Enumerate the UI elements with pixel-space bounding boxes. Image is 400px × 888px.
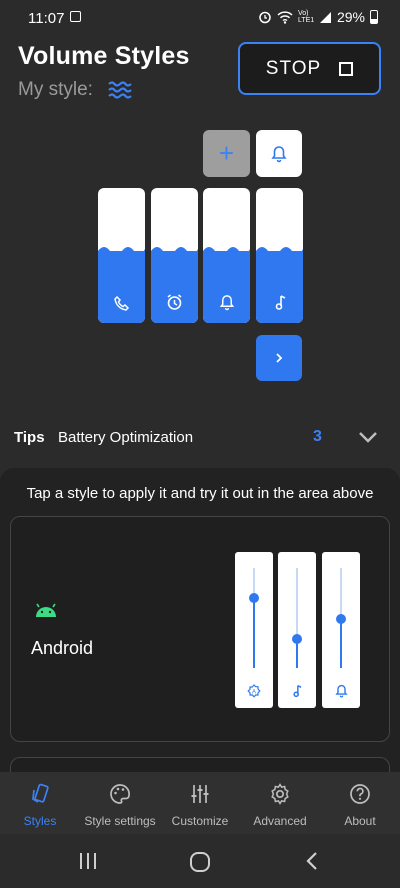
ringer-mode-button[interactable] bbox=[256, 130, 302, 177]
alarm-status-icon bbox=[259, 11, 271, 24]
stop-icon bbox=[339, 61, 354, 76]
style-card-name: Android bbox=[31, 638, 94, 658]
bottom-navigation: Styles Style settings Customize Advanced… bbox=[0, 772, 400, 834]
stop-button[interactable]: STOP bbox=[238, 42, 381, 95]
slider-fill bbox=[98, 251, 145, 323]
nav-label: About bbox=[344, 814, 376, 828]
tips-label: Tips bbox=[14, 429, 45, 446]
slider-fill bbox=[151, 251, 198, 323]
waves-style-icon[interactable] bbox=[108, 80, 132, 100]
bell-icon bbox=[219, 295, 234, 311]
nav-advanced[interactable]: Advanced bbox=[240, 772, 320, 834]
add-slider-button[interactable]: + bbox=[203, 130, 250, 177]
alarm-volume-slider[interactable] bbox=[151, 188, 198, 323]
media-volume-slider[interactable] bbox=[256, 188, 303, 323]
bell-icon bbox=[271, 145, 287, 162]
mini-slider-notification bbox=[322, 552, 360, 708]
status-bar: 11:07 Vo) LTE1 29% bbox=[0, 0, 400, 36]
brightness-auto-icon: A bbox=[247, 684, 261, 698]
chevron-right-icon bbox=[276, 353, 283, 363]
status-time: 11:07 bbox=[28, 10, 65, 27]
nav-label: Style settings bbox=[84, 814, 156, 828]
svg-text:A: A bbox=[252, 689, 256, 695]
help-icon bbox=[350, 784, 370, 804]
slider-track bbox=[340, 618, 342, 668]
page-title: Volume Styles bbox=[18, 42, 190, 70]
recent-apps-icon[interactable] bbox=[78, 852, 98, 870]
battery-icon bbox=[370, 10, 378, 24]
slider-knob bbox=[249, 593, 259, 603]
slider-knob bbox=[336, 614, 346, 624]
styles-icon bbox=[32, 783, 49, 803]
nav-about[interactable]: About bbox=[320, 772, 400, 834]
nav-label: Styles bbox=[23, 814, 57, 828]
notification-volume-slider[interactable] bbox=[203, 188, 250, 323]
call-volume-slider[interactable] bbox=[98, 188, 145, 323]
nav-customize[interactable]: Customize bbox=[160, 772, 240, 834]
slider-knob bbox=[292, 634, 302, 644]
image-notification-icon bbox=[70, 11, 81, 22]
nav-style-settings[interactable]: Style settings bbox=[80, 772, 160, 834]
my-style-label: My style: bbox=[18, 79, 93, 100]
network-label: Vo) LTE1 bbox=[297, 10, 315, 24]
wave-decoration bbox=[203, 247, 250, 257]
mini-slider-brightness: A bbox=[235, 552, 273, 708]
battery-percent: 29% bbox=[336, 9, 365, 25]
wave-decoration bbox=[256, 247, 303, 257]
plus-icon: + bbox=[218, 138, 235, 168]
signal-icon bbox=[319, 11, 331, 23]
mini-slider-media bbox=[278, 552, 316, 708]
music-note-icon bbox=[275, 295, 285, 310]
tips-count-badge: 3 bbox=[313, 428, 322, 445]
wave-decoration bbox=[98, 247, 145, 257]
wifi-icon bbox=[277, 10, 293, 24]
system-navigation-bar bbox=[0, 834, 400, 888]
back-icon[interactable] bbox=[305, 851, 319, 871]
sliders-icon bbox=[191, 785, 209, 803]
bell-icon bbox=[334, 684, 348, 698]
chevron-down-icon[interactable] bbox=[358, 429, 378, 445]
nav-label: Advanced bbox=[253, 814, 307, 828]
nav-label: Customize bbox=[171, 814, 229, 828]
gear-icon bbox=[271, 783, 289, 805]
slider-track bbox=[253, 598, 255, 668]
palette-icon bbox=[110, 784, 130, 804]
status-right: Vo) LTE1 29% bbox=[258, 9, 378, 25]
music-note-icon bbox=[293, 684, 302, 698]
tips-text[interactable]: Battery Optimization bbox=[58, 429, 193, 446]
stop-label: STOP bbox=[265, 57, 322, 79]
android-icon bbox=[36, 603, 56, 617]
styles-hint: Tap a style to apply it and try it out i… bbox=[26, 485, 374, 502]
expand-sliders-button[interactable] bbox=[256, 335, 302, 381]
slider-fill bbox=[203, 251, 250, 323]
home-icon[interactable] bbox=[189, 851, 211, 873]
alarm-icon bbox=[167, 294, 182, 310]
slider-fill bbox=[256, 251, 303, 323]
nav-styles[interactable]: Styles bbox=[0, 772, 80, 834]
phone-icon bbox=[113, 295, 129, 311]
wave-decoration bbox=[151, 247, 198, 257]
